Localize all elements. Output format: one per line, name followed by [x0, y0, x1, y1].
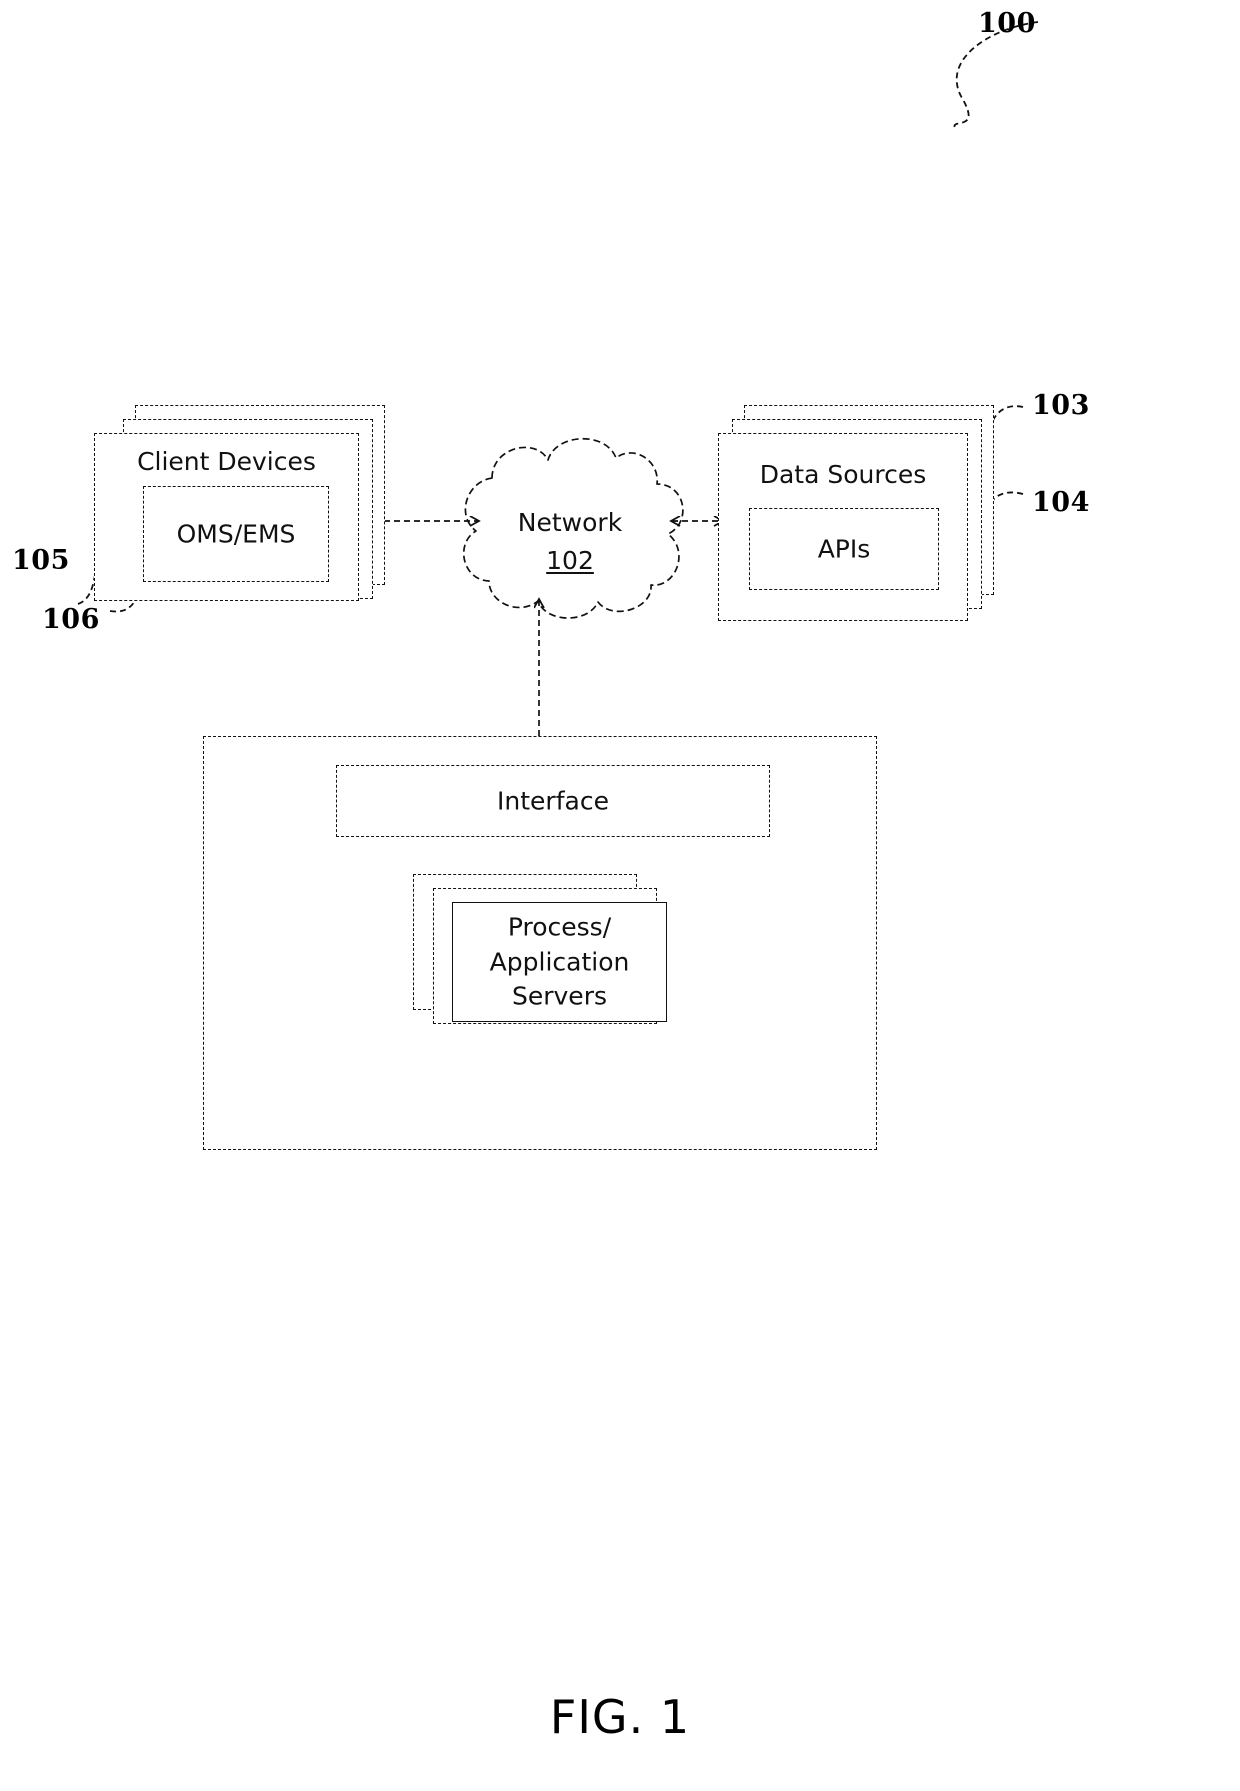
- process-application-servers-box[interactable]: Process/ Application Servers: [452, 902, 667, 1022]
- servers-label-line3: Servers: [511, 981, 607, 1011]
- client-devices-title: Client Devices: [137, 447, 316, 476]
- data-sources-title: Data Sources: [759, 460, 927, 489]
- apis-label: APIs: [817, 534, 871, 564]
- ref-103: 103: [1032, 390, 1090, 421]
- servers-label-group: Process/ Application Servers: [453, 910, 666, 1014]
- figure-page: 100 105 106 103 104 101 107 108 Client D…: [0, 0, 1240, 1791]
- network-title: Network: [517, 508, 623, 537]
- ref-105: 105: [12, 545, 70, 576]
- interface-label: Interface: [497, 786, 609, 816]
- figure-caption: FIG. 1: [549, 1690, 691, 1744]
- data-sources-box[interactable]: Data Sources APIs: [718, 433, 968, 621]
- ref-104: 104: [1032, 487, 1090, 518]
- interface-box[interactable]: Interface: [336, 765, 770, 837]
- servers-label-line1: Process/: [507, 912, 612, 942]
- network-ref: 102: [546, 546, 594, 575]
- apis-box[interactable]: APIs: [749, 508, 939, 590]
- oms-ems-label: OMS/EMS: [176, 519, 296, 549]
- ref-100: 100: [978, 8, 1036, 39]
- servers-label-line2: Application: [489, 946, 630, 976]
- ref-106: 106: [42, 604, 100, 635]
- client-devices-box[interactable]: Client Devices OMS/EMS: [94, 433, 359, 601]
- oms-ems-box[interactable]: OMS/EMS: [143, 486, 329, 582]
